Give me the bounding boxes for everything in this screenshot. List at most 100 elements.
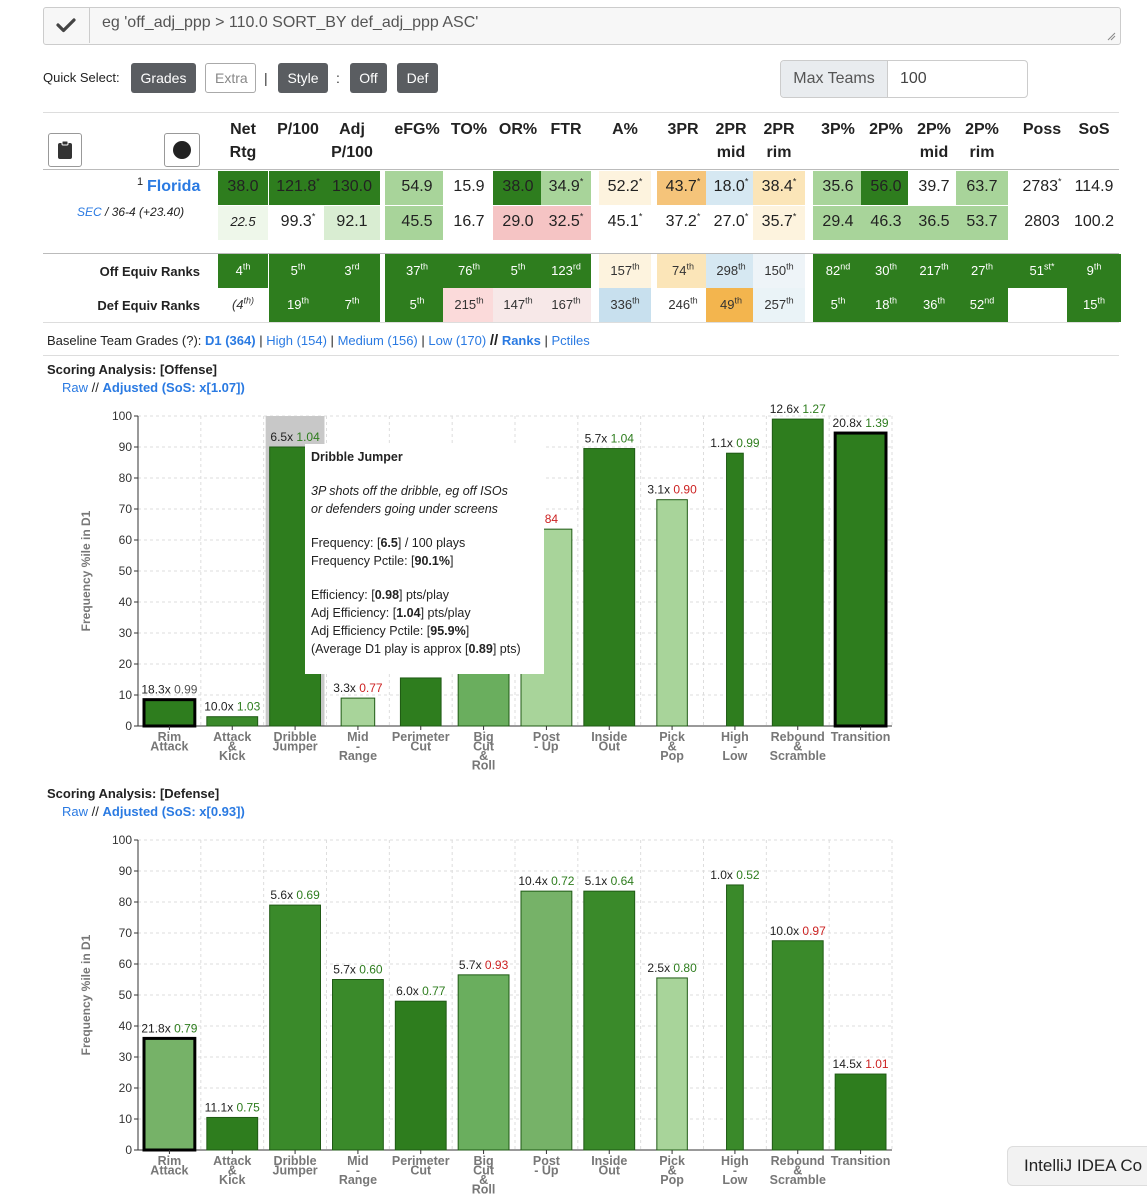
rank-value: 30 bbox=[875, 263, 890, 278]
bar[interactable] bbox=[656, 499, 688, 727]
bar[interactable] bbox=[457, 974, 510, 1151]
bar[interactable] bbox=[206, 1116, 259, 1151]
stat-value: 18.0 bbox=[713, 178, 745, 195]
max-teams-field[interactable]: Max Teams 100 bbox=[780, 60, 1028, 98]
style-button[interactable]: Style bbox=[278, 63, 328, 93]
rank-suffix: th bbox=[1093, 261, 1102, 272]
rank-cell: 30th bbox=[861, 254, 911, 288]
bar[interactable] bbox=[771, 418, 824, 727]
raw-link[interactable]: Raw bbox=[62, 804, 88, 819]
rank-cell: 217th bbox=[908, 254, 960, 288]
efficiency-label: 0.75 bbox=[236, 1100, 260, 1114]
column-header[interactable]: SoS bbox=[1059, 118, 1129, 141]
bar[interactable] bbox=[399, 677, 442, 727]
bar[interactable] bbox=[726, 452, 744, 727]
high-link[interactable]: High (154) bbox=[266, 333, 327, 348]
bar[interactable] bbox=[834, 1073, 887, 1151]
circle-icon bbox=[173, 141, 191, 159]
rank-suffix: th bbox=[786, 261, 794, 272]
d1-link[interactable]: D1 (364) bbox=[205, 333, 256, 348]
efficiency-label: 1.04 bbox=[611, 432, 635, 446]
asterisk: * bbox=[696, 211, 701, 222]
bar-label: 14.5x 1.01 bbox=[833, 1057, 889, 1071]
bar[interactable] bbox=[583, 448, 636, 727]
stat-cell: 32.5* bbox=[541, 206, 591, 240]
resize-handle-icon[interactable] bbox=[1106, 31, 1116, 41]
raw-link[interactable]: Raw bbox=[62, 380, 88, 395]
max-teams-input[interactable]: 100 bbox=[888, 61, 1027, 97]
bar[interactable] bbox=[520, 890, 573, 1151]
medium-link[interactable]: Medium (156) bbox=[338, 333, 418, 348]
rank-value: 5 bbox=[409, 297, 417, 312]
apply-query-button[interactable] bbox=[43, 7, 90, 43]
stat-cell: 2803 bbox=[1008, 206, 1076, 240]
team-name-link[interactable]: Florida bbox=[147, 178, 200, 196]
copy-button[interactable] bbox=[48, 133, 82, 167]
bar[interactable] bbox=[206, 716, 259, 727]
stat-value: 38.0 bbox=[502, 178, 534, 195]
stat-value: 15.9 bbox=[453, 178, 485, 195]
stat-value: 16.7 bbox=[453, 213, 485, 230]
y-axis-label: Frequency %ile in D1 bbox=[79, 510, 93, 631]
stat-cell: 29.0 bbox=[493, 206, 543, 240]
adjusted-link[interactable]: Adjusted (SoS: x[0.93]) bbox=[103, 804, 245, 819]
bar[interactable] bbox=[394, 1000, 447, 1151]
rank-cell: 147th bbox=[493, 288, 543, 322]
bar-label: 18.3x 0.99 bbox=[141, 683, 197, 697]
bar-label: 12.6x 1.27 bbox=[770, 402, 826, 416]
x-tick-label: Transition bbox=[831, 1154, 891, 1168]
bar[interactable] bbox=[269, 904, 321, 1151]
column-header[interactable]: Adj P/100 bbox=[317, 118, 387, 164]
efficiency-label: 1.04 bbox=[296, 430, 320, 444]
header-line: rim bbox=[969, 144, 995, 161]
grades-button[interactable]: Grades bbox=[131, 63, 196, 93]
stat-cell: 22.5 bbox=[218, 206, 268, 240]
rank-suffix: th bbox=[242, 261, 251, 272]
extra-button[interactable]: Extra bbox=[205, 63, 256, 93]
y-tick-label: 60 bbox=[119, 533, 133, 547]
rank-value: 36 bbox=[923, 297, 938, 312]
bar[interactable] bbox=[340, 697, 376, 727]
def-button[interactable]: Def bbox=[397, 63, 438, 93]
frequency-label: 10.4x bbox=[518, 874, 551, 888]
efficiency-label: 1.03 bbox=[237, 700, 261, 714]
rank-value: 27 bbox=[971, 263, 986, 278]
screenshot-button[interactable] bbox=[164, 133, 200, 167]
low-link[interactable]: Low (170) bbox=[428, 333, 486, 348]
bar-label: 5.7x 0.93 bbox=[459, 958, 509, 972]
bar[interactable] bbox=[771, 940, 824, 1151]
header-line: Rtg bbox=[229, 144, 257, 161]
stat-value: 38.0 bbox=[227, 178, 259, 195]
bar[interactable] bbox=[583, 890, 636, 1151]
rank-cell: 123rd bbox=[541, 254, 591, 288]
bar[interactable] bbox=[833, 431, 888, 728]
ranks-link[interactable]: Ranks bbox=[502, 333, 541, 348]
rank-cell: 215th bbox=[443, 288, 495, 322]
rank-suffix: nd bbox=[984, 295, 995, 306]
pctiles-link[interactable]: Pctiles bbox=[551, 333, 589, 348]
conference-link[interactable]: SEC bbox=[77, 205, 102, 219]
efficiency-label: 0.90 bbox=[673, 483, 697, 497]
x-tick-label: Pop bbox=[660, 1173, 684, 1187]
rank-value: 246 bbox=[668, 297, 691, 312]
bar[interactable] bbox=[332, 979, 384, 1151]
rank-cell: 51st* bbox=[1008, 254, 1076, 288]
frequency-label: 5.7x bbox=[333, 963, 359, 977]
stat-cell: 39.7 bbox=[908, 171, 960, 205]
y-tick-label: 40 bbox=[119, 1019, 133, 1033]
asterisk: * bbox=[638, 211, 643, 222]
rank-cell: 18th bbox=[861, 288, 911, 322]
rank-cell: 336th bbox=[599, 288, 651, 322]
bar-label: 5.7x 1.04 bbox=[585, 432, 635, 446]
bar[interactable] bbox=[142, 698, 197, 728]
bar[interactable] bbox=[656, 977, 688, 1151]
bar[interactable] bbox=[726, 884, 744, 1151]
bar[interactable] bbox=[142, 1036, 197, 1152]
stat-cell: 38.4* bbox=[753, 171, 805, 205]
rank-suffix: st* bbox=[1043, 261, 1055, 272]
stat-cell: 35.7* bbox=[753, 206, 805, 240]
adjusted-link[interactable]: Adjusted (SoS: x[1.07]) bbox=[103, 380, 245, 395]
intellij-taskbar-item[interactable]: IntelliJ IDEA Co bbox=[1007, 1146, 1147, 1186]
off-button[interactable]: Off bbox=[350, 63, 387, 93]
rank-cell: 5th bbox=[493, 254, 543, 288]
